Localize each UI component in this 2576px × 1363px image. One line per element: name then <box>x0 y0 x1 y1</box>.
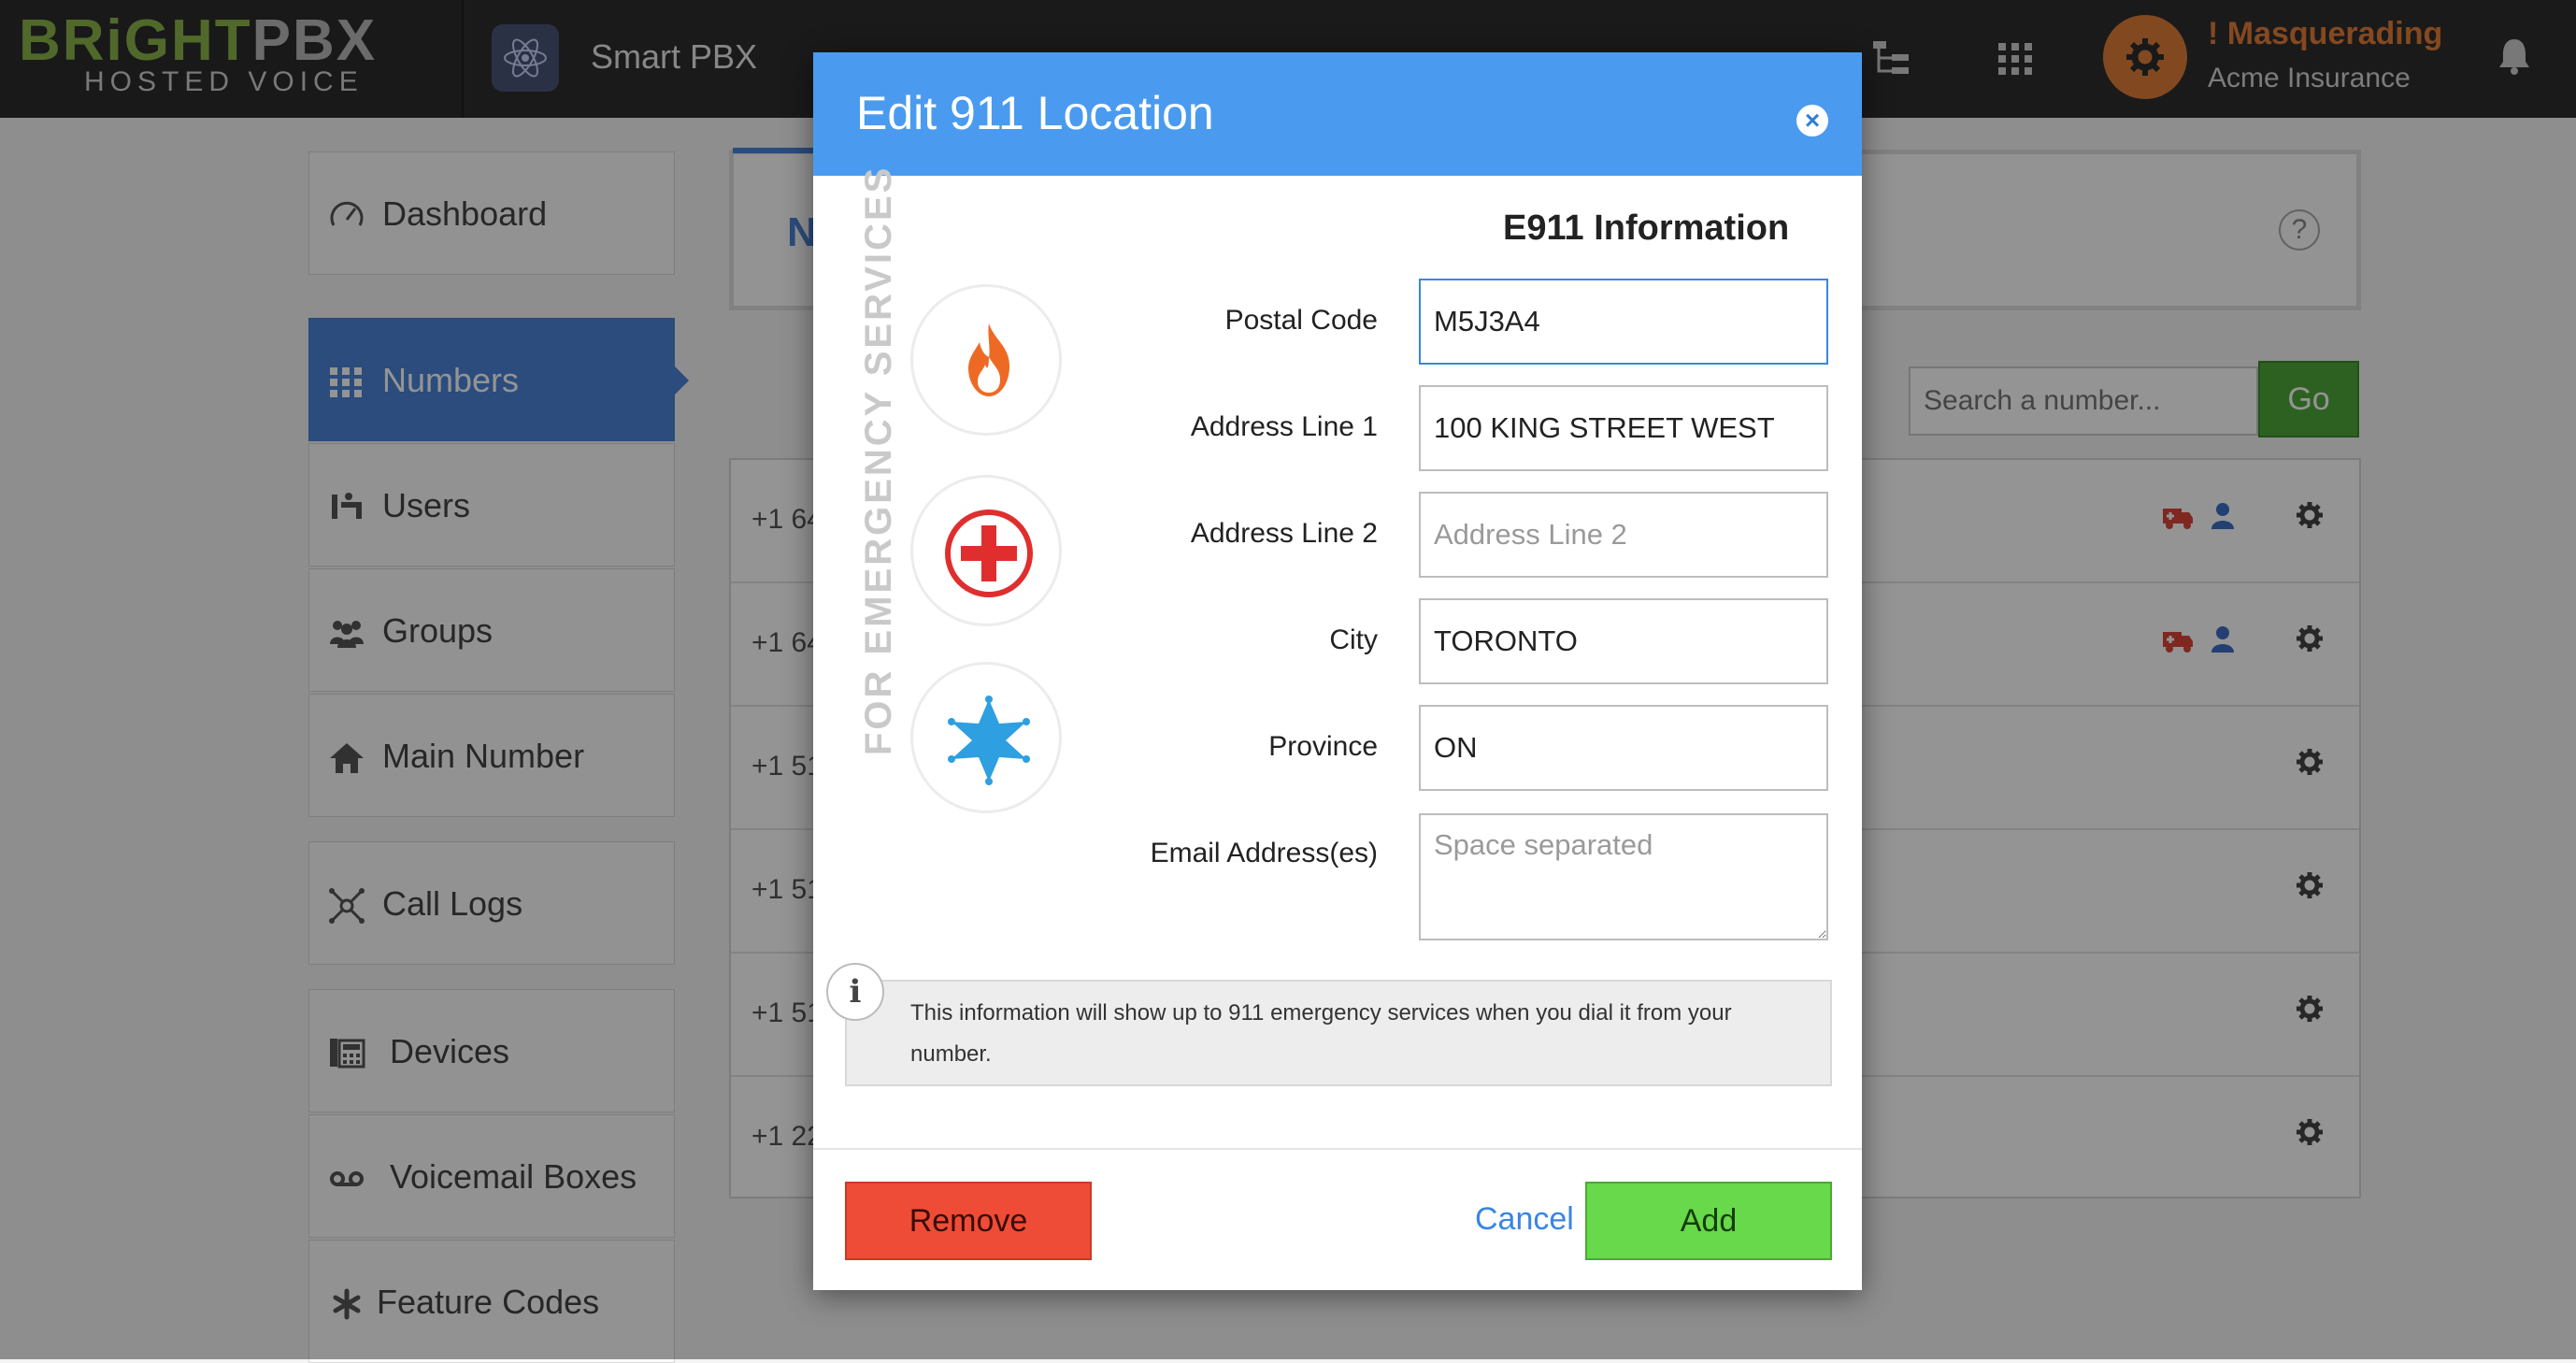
address-line-2-label: Address Line 2 <box>1190 518 1378 549</box>
police-star-icon <box>910 662 1062 813</box>
info-callout: This information will show up to 911 eme… <box>845 980 1832 1086</box>
postal-code-label: Postal Code <box>1224 305 1378 336</box>
address-line-1-input[interactable] <box>1419 385 1828 471</box>
province-input[interactable] <box>1419 705 1828 791</box>
info-icon: i <box>826 963 884 1021</box>
city-label: City <box>1329 624 1378 655</box>
email-addresses-label: Email Address(es) <box>1150 838 1378 868</box>
fire-icon <box>910 284 1062 436</box>
cancel-button[interactable]: Cancel <box>1475 1198 1574 1240</box>
info-text: This information will show up to 911 eme… <box>910 1000 1732 1067</box>
city-input[interactable] <box>1419 598 1828 684</box>
edit-911-location-dialog: Edit 911 Location × E911 Information FOR… <box>813 52 1862 1290</box>
remove-button[interactable]: Remove <box>845 1182 1092 1260</box>
postal-code-input[interactable] <box>1419 279 1828 365</box>
modal-header: Edit 911 Location × <box>813 52 1862 176</box>
province-label: Province <box>1268 731 1378 762</box>
close-icon[interactable]: × <box>1796 105 1828 136</box>
footer-divider <box>813 1148 1862 1150</box>
modal-title: Edit 911 Location <box>856 87 1214 139</box>
section-title: E911 Information <box>1503 208 1790 248</box>
add-button[interactable]: Add <box>1585 1182 1832 1260</box>
close-glyph: × <box>1804 106 1821 135</box>
email-addresses-textarea[interactable] <box>1419 813 1828 940</box>
emergency-services-label: FOR EMERGENCY SERVICES <box>858 165 899 755</box>
address-line-1-label: Address Line 1 <box>1190 411 1378 442</box>
address-line-2-input[interactable] <box>1419 492 1828 578</box>
medical-cross-icon <box>910 475 1062 626</box>
